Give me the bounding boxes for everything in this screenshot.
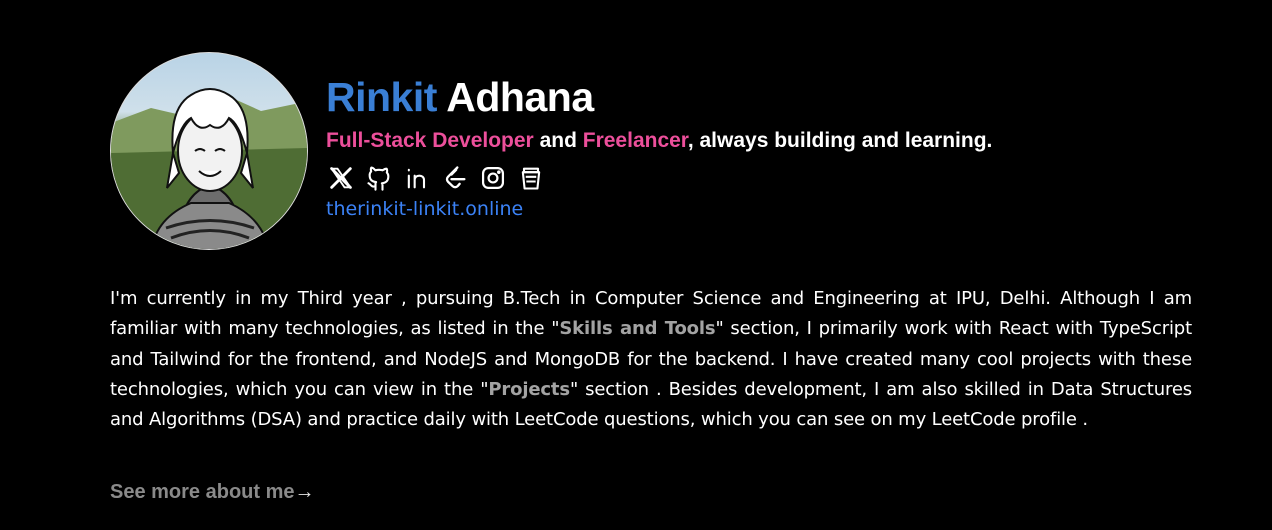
tagline: Full-Stack Developer and Freelancer, alw… [326, 128, 992, 154]
role-fullstack: Full-Stack Developer [326, 129, 534, 152]
arrow-right-icon: → [294, 481, 315, 503]
leetcode-icon[interactable] [440, 163, 470, 193]
last-name: Adhana [446, 74, 594, 120]
coffee-cup-icon[interactable] [516, 163, 546, 193]
first-name: Rinkit [326, 74, 437, 120]
social-links [326, 163, 992, 193]
see-more-link[interactable]: See more about me→ [110, 478, 315, 506]
projects-link[interactable]: Projects [488, 379, 570, 400]
x-icon[interactable] [326, 163, 356, 193]
bio-paragraph: I'm currently in my Third year , pursuin… [110, 284, 1192, 435]
profile-avatar [110, 52, 308, 250]
instagram-icon[interactable] [478, 163, 508, 193]
website-link[interactable]: therinkit-linkit.online [326, 197, 992, 221]
github-icon[interactable] [364, 163, 394, 193]
role-freelancer: Freelancer [582, 129, 688, 152]
tagline-rest: , always building and learning. [687, 129, 993, 152]
tagline-conjunction: and [533, 129, 583, 152]
linkedin-icon[interactable] [402, 163, 432, 193]
see-more-label: See more about me [110, 481, 295, 503]
skills-link[interactable]: Skills and Tools [559, 318, 715, 339]
profile-name: Rinkit Adhana [326, 72, 992, 122]
anime-portrait-avatar [111, 88, 307, 249]
